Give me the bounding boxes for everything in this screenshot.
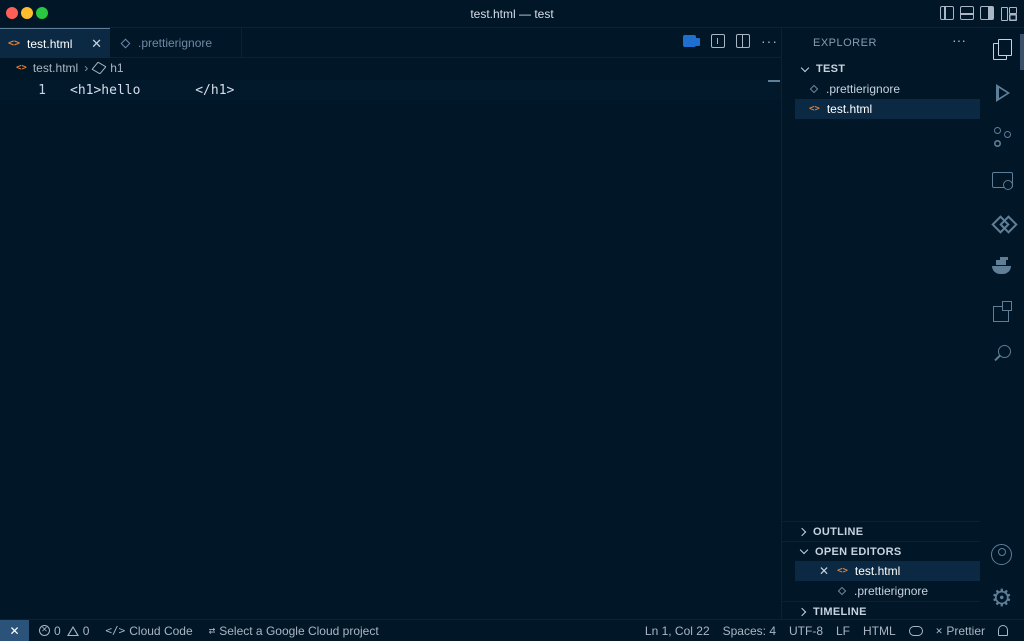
account-icon[interactable]	[991, 544, 1013, 566]
layout-controls	[940, 6, 1017, 21]
code-icon: </>	[105, 624, 126, 637]
explorer-sidebar: EXPLORER ··· TEST .prettierignore <> tes…	[782, 28, 980, 619]
problems-indicator[interactable]: ✕ 0 0	[39, 624, 89, 638]
more-actions-icon[interactable]: ···	[761, 34, 778, 48]
file-prettierignore[interactable]: .prettierignore	[795, 79, 980, 99]
section-label: OPEN EDITORS	[815, 545, 902, 558]
status-bar-right: Ln 1, Col 22 Spaces: 4 UTF-8 LF HTML ✕ P…	[632, 624, 1024, 638]
code-editor[interactable]: 1 <h1>hello </h1>	[0, 78, 782, 619]
error-count: 0	[54, 623, 61, 638]
title-bar: test.html — test	[0, 0, 1024, 28]
file-test-html[interactable]: <> test.html	[795, 99, 980, 119]
file-label: test.html	[854, 564, 901, 578]
chevron-right-icon	[797, 607, 807, 616]
tab-label: .prettierignore	[138, 36, 213, 50]
html-file-icon: <>	[809, 104, 820, 114]
file-label: .prettierignore	[854, 584, 929, 598]
warning-icon	[66, 625, 79, 636]
line-text[interactable]: <h1>hello </h1>	[70, 83, 234, 98]
more-actions-icon[interactable]: ···	[952, 32, 966, 48]
folder-label: TEST	[816, 63, 846, 75]
tab-prettierignore[interactable]: .prettierignore	[110, 28, 242, 58]
cloud-code-status[interactable]: </> Cloud Code	[105, 624, 192, 638]
open-preview-icon[interactable]	[711, 34, 725, 48]
chevron-down-icon	[800, 63, 810, 72]
file-label: test.html	[826, 102, 873, 116]
section-label: TIMELINE	[813, 605, 867, 618]
source-control-icon[interactable]	[991, 125, 1013, 147]
tab-label: test.html	[27, 36, 73, 51]
editor-tab-bar: <> test.html ✕ .prettierignore ···	[0, 28, 782, 58]
chevron-right-icon	[797, 527, 807, 536]
minimap-marker	[768, 80, 780, 82]
search-icon[interactable]	[991, 343, 1013, 365]
end-of-line[interactable]: LF	[836, 624, 850, 638]
section-timeline[interactable]: TIMELINE	[782, 601, 980, 621]
prettier-label: Prettier	[946, 623, 985, 638]
prettier-file-icon	[809, 84, 819, 94]
symbol-element-icon	[91, 61, 107, 75]
remote-explorer-icon[interactable]	[991, 169, 1013, 191]
window-title: test.html — test	[470, 7, 554, 21]
close-icon: ✕	[935, 624, 943, 637]
cloud-code-label: Cloud Code	[129, 623, 193, 638]
explorer-header: EXPLORER	[813, 37, 877, 49]
tab-test-html[interactable]: <> test.html ✕	[0, 28, 110, 58]
cloud-code-icon[interactable]	[991, 212, 1013, 234]
gear-icon[interactable]	[991, 584, 1013, 612]
html-file-icon: <>	[837, 566, 848, 576]
prettier-file-icon	[837, 586, 847, 596]
breadcrumb: <> test.html › h1	[0, 58, 782, 78]
docker-icon[interactable]	[991, 256, 1013, 278]
warning-count: 0	[82, 623, 90, 638]
split-editor-icon[interactable]	[736, 34, 750, 48]
prettier-status[interactable]: ✕ Prettier	[936, 624, 985, 638]
chevron-down-icon	[799, 545, 809, 555]
toggle-primary-sidebar-icon[interactable]	[940, 6, 954, 20]
gcp-project-status[interactable]: ⇄ Select a Google Cloud project	[209, 624, 379, 638]
section-open-editors[interactable]: OPEN EDITORS	[782, 541, 980, 561]
editor-line[interactable]: 1 <h1>hello </h1>	[0, 80, 782, 100]
folder-test[interactable]: TEST	[782, 59, 980, 79]
bell-icon[interactable]	[998, 625, 1008, 636]
prettier-file-icon	[120, 38, 131, 48]
gcp-project-label: Select a Google Cloud project	[219, 623, 379, 638]
run-debug-icon[interactable]	[991, 82, 1013, 104]
cursor-position[interactable]: Ln 1, Col 22	[645, 624, 710, 638]
breadcrumb-symbol[interactable]: h1	[110, 61, 123, 75]
breadcrumb-file[interactable]: test.html	[33, 61, 78, 75]
html-file-icon: <>	[8, 38, 21, 49]
extensions-icon[interactable]	[991, 300, 1013, 322]
explorer-icon[interactable]	[991, 38, 1013, 60]
remote-indicator-icon[interactable]: ✕	[0, 620, 29, 641]
encoding[interactable]: UTF-8	[789, 624, 823, 638]
indentation[interactable]: Spaces: 4	[723, 624, 776, 638]
chevron-right-icon: ›	[84, 61, 89, 75]
activity-bar	[980, 28, 1024, 619]
activity-scrollbar[interactable]	[1020, 34, 1024, 70]
copilot-icon[interactable]	[908, 625, 923, 636]
section-outline[interactable]: OUTLINE	[782, 521, 980, 541]
html-file-icon: <>	[16, 63, 27, 73]
close-icon[interactable]: ✕	[819, 564, 829, 578]
open-editor-prettierignore[interactable]: .prettierignore	[795, 581, 980, 601]
line-number: 1	[38, 82, 46, 98]
toggle-secondary-sidebar-icon[interactable]	[980, 6, 994, 20]
switch-icon: ⇄	[208, 624, 216, 637]
file-label: .prettierignore	[826, 82, 901, 96]
customize-layout-icon[interactable]	[1000, 6, 1017, 21]
error-icon: ✕	[39, 625, 50, 636]
language-mode[interactable]: HTML	[863, 624, 896, 638]
close-icon[interactable]: ✕	[91, 36, 102, 52]
remote-explorer-icon[interactable]	[683, 35, 700, 47]
open-editor-test-html[interactable]: ✕ <> test.html	[795, 561, 980, 581]
toggle-panel-icon[interactable]	[960, 6, 974, 20]
status-bar: ✕ ✕ 0 0 </> Cloud Code ⇄ Select a Google…	[0, 619, 1024, 641]
section-label: OUTLINE	[813, 525, 864, 538]
editor-actions: ···	[683, 34, 782, 48]
